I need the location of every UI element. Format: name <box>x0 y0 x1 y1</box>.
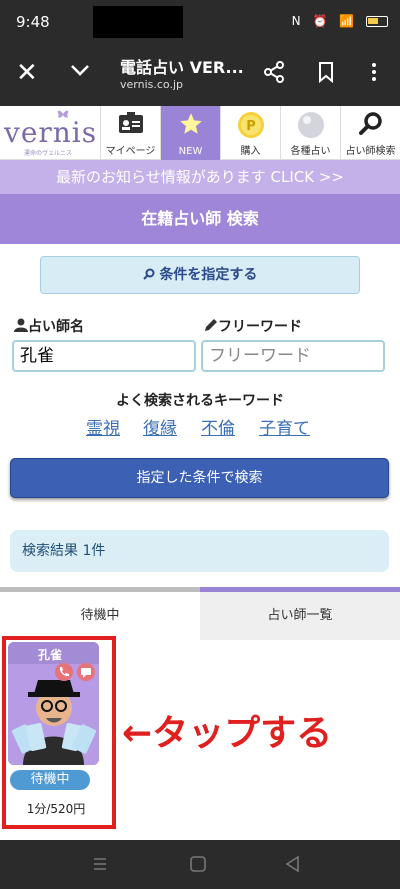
bookmark-icon[interactable] <box>314 60 338 84</box>
system-navigation-bar <box>0 840 400 889</box>
specify-conditions-label: 条件を指定する <box>159 267 258 283</box>
tab-fortune-teller-list[interactable]: 占い師一覧 <box>200 592 400 640</box>
id-card-icon <box>118 112 143 133</box>
home-icon[interactable] <box>188 854 208 874</box>
search-icon <box>358 112 382 135</box>
keyword-link[interactable]: 霊視 <box>86 414 120 439</box>
popular-keywords-title: よく検索されるキーワード <box>116 393 284 409</box>
svg-text:P: P <box>246 119 256 134</box>
chevron-down-icon[interactable] <box>68 58 92 82</box>
status-icons: N ⏰ 📶 <box>292 14 388 28</box>
recent-apps-icon[interactable] <box>90 854 110 874</box>
search-icon <box>142 268 155 280</box>
wifi-icon: 📶 <box>339 14 359 28</box>
back-icon[interactable] <box>283 854 303 874</box>
nav-label: 購入 <box>240 146 261 157</box>
page-title: 電話占い VER... <box>120 58 244 77</box>
person-icon <box>14 318 28 332</box>
site-logo[interactable]: vernis 運命のヴェルニス <box>0 106 100 160</box>
pencil-icon <box>205 319 217 331</box>
nav-purchase[interactable]: P 購入 <box>220 106 280 160</box>
nav-label: 占い師検索 <box>345 146 396 157</box>
name-field-label: 占い師名 <box>14 316 84 336</box>
site-navigation: vernis 運命のヴェルニス マイページ NEW P 購入 各種占い 占い師検… <box>0 106 400 160</box>
nav-fortunes[interactable]: 各種占い <box>280 106 340 160</box>
tab-waiting[interactable]: 待機中 <box>0 592 200 640</box>
butterfly-icon <box>57 110 69 118</box>
status-badge: 待機中 <box>10 770 90 790</box>
keyword-link[interactable]: 子育て <box>259 414 310 439</box>
page-url: vernis.co.jp <box>120 78 183 91</box>
fortune-teller-photo: 孔雀 <box>8 642 99 765</box>
phone-icon <box>55 663 73 681</box>
nav-label: NEW <box>178 146 203 157</box>
news-banner[interactable]: 最新のお知らせ情報があります CLICK >> <box>0 160 400 194</box>
nav-label: 各種占い <box>290 146 331 157</box>
logo-text: vernis <box>4 116 98 149</box>
tap-annotation: ←タップする <box>122 713 333 754</box>
coin-icon: P <box>237 112 264 138</box>
browser-toolbar: ✕ 電話占い VER... vernis.co.jp <box>0 46 400 106</box>
freeword-field-label: フリーワード <box>204 316 302 336</box>
star-icon <box>179 113 202 134</box>
fortune-teller-card[interactable]: 孔雀 待機中 1分/520円 <box>2 636 116 829</box>
nav-label: マイページ <box>105 146 156 157</box>
nav-mypage[interactable]: マイページ <box>100 106 160 160</box>
chat-icon <box>77 663 95 681</box>
freeword-input[interactable]: フリーワード <box>201 340 385 372</box>
price-per-minute: 1分/520円 <box>26 802 86 816</box>
nav-search[interactable]: 占い師検索 <box>340 106 400 160</box>
more-icon[interactable] <box>362 60 386 84</box>
status-bar: 9:48 N ⏰ 📶 <box>0 0 400 46</box>
logo-tagline: 運命のヴェルニス <box>24 150 73 157</box>
fortune-teller-name: 孔雀 <box>38 648 63 662</box>
search-result-count: 検索結果 1件 <box>10 530 389 572</box>
crystal-ball-icon <box>297 112 324 138</box>
specify-conditions-button[interactable]: 条件を指定する <box>40 256 360 294</box>
close-icon[interactable]: ✕ <box>16 60 38 86</box>
alarm-icon: ⏰ <box>312 14 332 28</box>
battery-icon <box>366 16 388 27</box>
search-submit-button[interactable]: 指定した条件で検索 <box>10 458 389 498</box>
share-icon[interactable] <box>262 60 286 84</box>
fortune-teller-name-input[interactable]: 孔雀 <box>12 340 196 372</box>
nfc-icon: N <box>291 14 305 28</box>
keyword-link[interactable]: 不倫 <box>201 414 235 439</box>
status-time: 9:48 <box>16 13 50 31</box>
nav-new[interactable]: NEW <box>160 106 220 160</box>
redaction-block <box>93 6 183 38</box>
keyword-link[interactable]: 復縁 <box>143 414 177 439</box>
section-title: 在籍占い師 検索 <box>0 194 400 244</box>
